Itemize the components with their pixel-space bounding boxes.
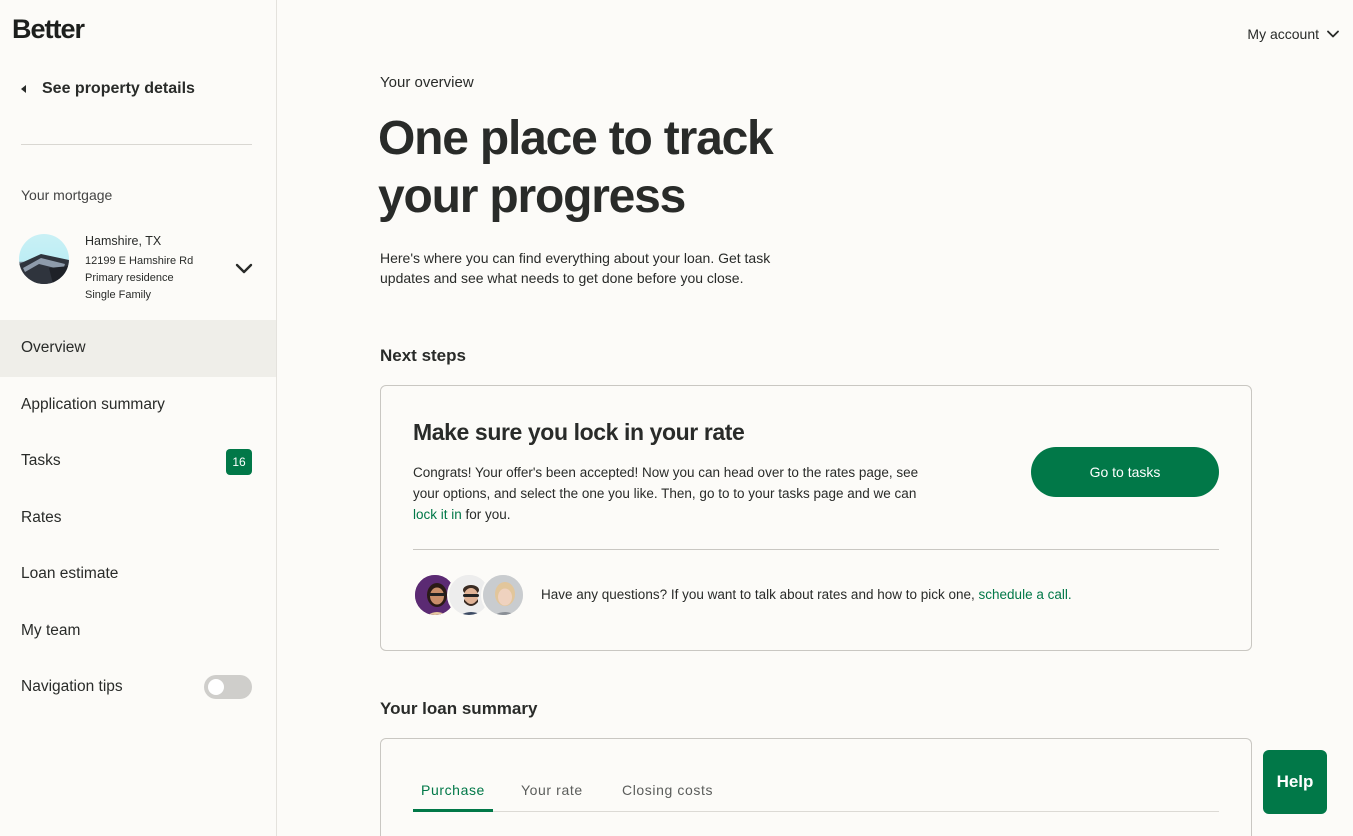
loan-summary-card: Purchase Your rate Closing costs [380,738,1252,836]
navigation-tips-toggle[interactable] [204,675,252,699]
sidebar-item-label: Navigation tips [21,678,123,696]
card-divider [413,549,1219,550]
sidebar: Better See property details Your mortgag… [0,0,277,836]
questions-prompt: Have any questions? If you want to talk … [541,587,979,602]
my-account-menu[interactable]: My account [1247,26,1339,42]
toggle-knob [208,679,224,695]
sidebar-item-label: Tasks [21,452,61,470]
better-logo[interactable]: Better [12,14,85,45]
next-steps-heading: Next steps [380,346,466,365]
your-mortgage-label: Your mortgage [21,187,113,203]
sidebar-divider [21,144,252,145]
lock-rate-card: Make sure you lock in your rate Congrats… [380,385,1252,651]
sidebar-item-label: Overview [21,339,86,357]
sidebar-item-rates[interactable]: Rates [0,490,276,547]
sidebar-item-application-summary[interactable]: Application summary [0,377,276,434]
tab-closing-costs[interactable]: Closing costs [614,779,721,812]
my-account-label: My account [1247,26,1319,42]
caret-left-icon [21,85,26,93]
lock-it-in-link[interactable]: lock it in [413,507,462,522]
property-occupancy: Primary residence [85,272,174,284]
tasks-count-badge: 16 [226,449,252,475]
help-button[interactable]: Help [1263,750,1327,814]
card-title: Make sure you lock in your rate [413,419,745,445]
team-avatars [413,573,527,619]
chevron-down-icon [1327,30,1339,38]
questions-text: Have any questions? If you want to talk … [541,587,1072,602]
property-selector[interactable]: Hamshire, TX 12199 E Hamshire Rd Primary… [19,231,259,307]
property-photo [19,234,69,284]
loan-summary-tabs: Purchase Your rate Closing costs [413,779,1219,812]
loan-summary-heading: Your loan summary [380,699,538,718]
sidebar-item-label: Application summary [21,395,165,413]
sidebar-item-overview[interactable]: Overview [0,320,276,377]
property-details: Hamshire, TX 12199 E Hamshire Rd Primary… [85,234,193,304]
tab-your-rate[interactable]: Your rate [513,779,591,812]
go-to-tasks-button[interactable]: Go to tasks [1031,447,1219,497]
back-link-label: See property details [42,80,195,97]
overview-eyebrow: Your overview [380,74,474,91]
see-property-details-link[interactable]: See property details [21,80,195,98]
sidebar-item-label: Loan estimate [21,565,119,583]
sidebar-item-navigation-tips: Navigation tips [0,659,276,716]
sidebar-item-my-team[interactable]: My team [0,603,276,660]
avatar [481,573,525,617]
property-city: Hamshire, TX [85,234,162,248]
property-address: 12199 E Hamshire Rd [85,255,194,267]
card-body-text: Congrats! Your offer's been accepted! No… [413,465,919,501]
tab-purchase[interactable]: Purchase [413,779,493,812]
sidebar-item-loan-estimate[interactable]: Loan estimate [0,546,276,603]
sidebar-nav: Overview Application summary Tasks 16 Ra… [0,320,276,716]
app-root: Better See property details Your mortgag… [0,0,1353,836]
property-type: Single Family [85,289,152,301]
sidebar-item-label: Rates [21,508,62,526]
card-body-text-end: for you. [461,507,511,522]
schedule-call-link[interactable]: schedule a call. [979,587,1072,602]
page-title: One place to track your progress [378,112,774,223]
sidebar-item-label: My team [21,621,81,639]
intro-text: Here's where you can find everything abo… [380,250,771,286]
chevron-down-icon[interactable] [235,262,253,274]
card-body: Congrats! Your offer's been accepted! No… [413,462,933,525]
sidebar-item-tasks[interactable]: Tasks 16 [0,433,276,490]
